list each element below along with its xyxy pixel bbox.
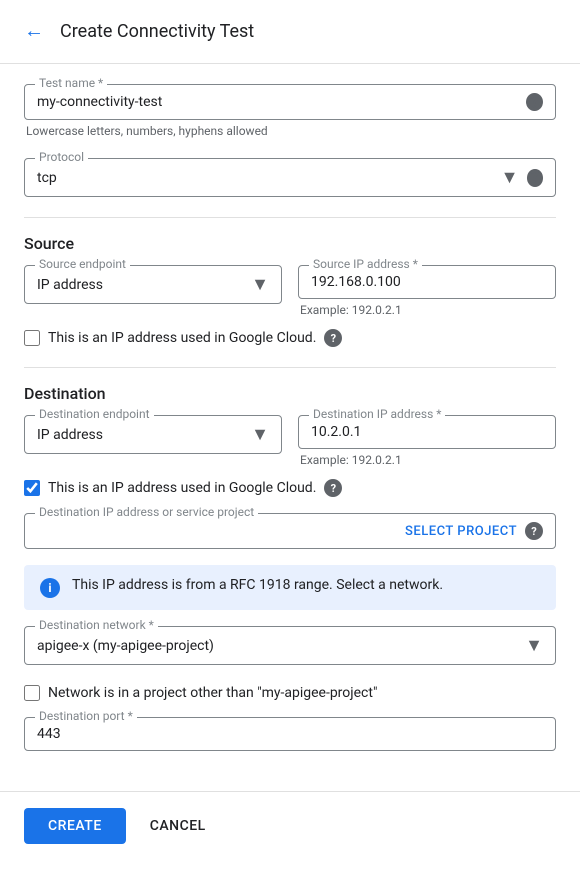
source-divider [24,217,556,218]
test-name-input[interactable] [37,94,518,110]
source-section: Source Source endpoint IP address VM ins… [24,234,556,347]
test-name-field: Test name * ? [24,84,556,120]
destination-network-select[interactable]: apigee-x (my-apigee-project) [37,638,525,654]
page-title: Create Connectivity Test [60,21,254,42]
destination-section: Destination Destination endpoint IP addr… [24,384,556,751]
source-ip-group: Source IP address * Example: 192.0.2.1 [298,265,556,317]
destination-google-cloud-checkbox-row: This is an IP address used in Google Clo… [24,479,556,497]
back-icon: ← [24,20,44,43]
destination-google-cloud-label: This is an IP address used in Google Clo… [48,480,316,496]
select-project-button[interactable]: SELECT PROJECT [405,524,517,539]
cancel-button[interactable]: CANCEL [134,808,222,844]
destination-endpoint-field: Destination endpoint IP address VM insta… [24,415,282,454]
source-endpoint-select[interactable]: IP address VM instance Cloud SQL instanc… [37,277,251,293]
info-text: This IP address is from a RFC 1918 range… [72,577,443,593]
source-endpoint-dropdown-arrow: ▼ [251,274,269,295]
other-project-checkbox[interactable] [24,685,40,701]
protocol-help-icon[interactable]: ? [527,169,544,187]
destination-divider [24,367,556,368]
source-endpoint-group: Source endpoint IP address VM instance C… [24,265,282,317]
destination-endpoint-select[interactable]: IP address VM instance Cloud SQL instanc… [37,427,251,443]
source-google-cloud-checkbox[interactable] [24,330,40,346]
destination-network-dropdown-arrow: ▼ [525,635,543,656]
info-banner: i This IP address is from a RFC 1918 ran… [24,565,556,610]
destination-google-cloud-help-icon[interactable]: ? [324,479,342,497]
destination-network-field: Destination network * apigee-x (my-apige… [24,626,556,665]
source-ip-field: Source IP address * [298,265,556,299]
source-title: Source [24,234,556,253]
destination-ip-input[interactable] [311,424,543,440]
footer-buttons: CREATE CANCEL [0,791,580,860]
destination-port-field: Destination port * [24,717,556,751]
destination-network-label: Destination network * [35,618,158,632]
destination-fields-row: Destination endpoint IP address VM insta… [24,415,556,467]
other-project-label: Network is in a project other than "my-a… [48,685,377,701]
service-project-help-icon[interactable]: ? [525,522,543,540]
source-fields-row: Source endpoint IP address VM instance C… [24,265,556,317]
protocol-dropdown-arrow: ▼ [501,167,519,188]
destination-endpoint-group: Destination endpoint IP address VM insta… [24,415,282,467]
destination-title: Destination [24,384,556,403]
form-body: Test name * ? Lowercase letters, numbers… [0,64,580,791]
source-ip-label: Source IP address * [309,257,422,271]
destination-ip-label: Destination IP address * [309,407,445,421]
source-endpoint-field: Source endpoint IP address VM instance C… [24,265,282,304]
protocol-select[interactable]: tcp udp icmp [37,170,501,186]
source-endpoint-label: Source endpoint [35,257,130,271]
source-google-cloud-checkbox-row: This is an IP address used in Google Clo… [24,329,556,347]
destination-network-group: Destination network * apigee-x (my-apige… [24,626,556,665]
page-header: ← Create Connectivity Test [0,0,580,64]
protocol-label: Protocol [35,150,88,164]
source-google-cloud-help-icon[interactable]: ? [324,329,342,347]
source-ip-input[interactable] [311,274,543,290]
protocol-group: Protocol tcp udp icmp ▼ ? [24,158,556,197]
test-name-label: Test name * [35,76,107,90]
service-project-field: Destination IP address or service projec… [24,513,556,549]
protocol-field: Protocol tcp udp icmp ▼ ? [24,158,556,197]
back-button[interactable]: ← [20,16,48,47]
test-name-hint: Lowercase letters, numbers, hyphens allo… [24,124,556,138]
source-ip-hint: Example: 192.0.2.1 [298,303,556,317]
info-icon: i [40,578,60,598]
service-project-label: Destination IP address or service projec… [35,505,258,519]
destination-ip-group: Destination IP address * Example: 192.0.… [298,415,556,467]
other-project-checkbox-row: Network is in a project other than "my-a… [24,685,556,701]
destination-endpoint-dropdown-arrow: ▼ [251,424,269,445]
destination-port-label: Destination port * [35,709,137,723]
destination-endpoint-label: Destination endpoint [35,407,154,421]
destination-ip-field: Destination IP address * [298,415,556,449]
destination-google-cloud-checkbox[interactable] [24,480,40,496]
destination-ip-hint: Example: 192.0.2.1 [298,453,556,467]
test-name-group: Test name * ? Lowercase letters, numbers… [24,84,556,138]
destination-port-input[interactable] [37,726,543,742]
test-name-help-icon[interactable]: ? [526,93,543,111]
create-button[interactable]: CREATE [24,808,126,844]
destination-port-group: Destination port * [24,717,556,751]
source-google-cloud-label: This is an IP address used in Google Clo… [48,330,316,346]
